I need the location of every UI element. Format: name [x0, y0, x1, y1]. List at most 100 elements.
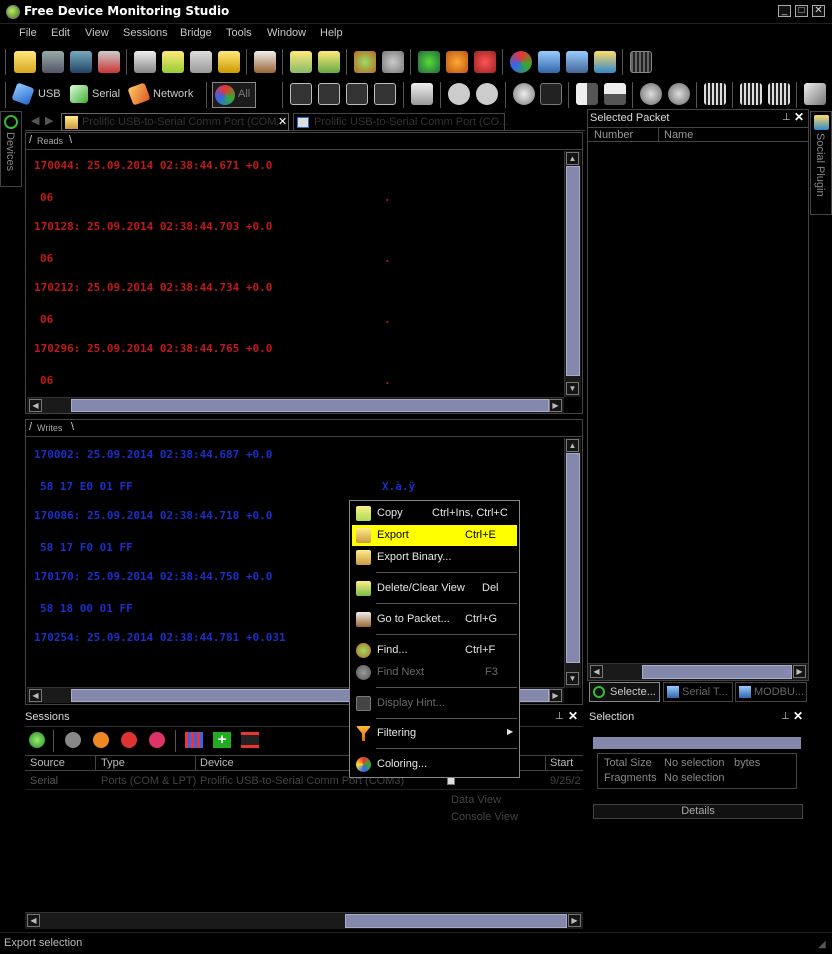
menu-item-export[interactable]: Export Ctrl+E — [352, 525, 517, 546]
window-icon[interactable] — [538, 51, 560, 73]
add-icon[interactable]: + — [213, 732, 231, 748]
column-name[interactable]: Name — [664, 129, 693, 141]
column-device[interactable]: Device — [200, 757, 234, 769]
packets-icon[interactable] — [513, 83, 535, 105]
usb-button[interactable]: USB — [38, 88, 61, 100]
column-number[interactable]: Number — [594, 129, 633, 141]
menu-item-find[interactable]: Find... Ctrl+F — [352, 640, 517, 661]
find-next-icon[interactable] — [382, 51, 404, 73]
wave-icon[interactable] — [540, 83, 562, 105]
layout-2-icon[interactable] — [604, 83, 626, 105]
columns-icon[interactable] — [185, 732, 203, 748]
tab-reads[interactable]: Reads — [37, 136, 63, 146]
close-panel-icon[interactable]: ✕ — [793, 709, 803, 723]
menu-bridge[interactable]: Bridge — [180, 27, 212, 39]
view-mode-3-icon[interactable] — [346, 83, 368, 105]
tab-close-icon[interactable]: ✕ — [278, 115, 287, 128]
scroll-thumb[interactable] — [566, 166, 580, 376]
details-button[interactable]: Details — [593, 804, 803, 819]
network-button[interactable]: Network — [153, 88, 193, 100]
tab-serial[interactable]: Serial T... — [663, 682, 733, 702]
close-panel-icon[interactable]: ✕ — [794, 110, 804, 124]
maximize-icon[interactable]: □ — [795, 5, 808, 17]
remove-icon[interactable] — [241, 732, 259, 748]
menu-tools[interactable]: Tools — [226, 27, 252, 39]
menu-item-delete-clear-view[interactable]: Delete/Clear View Del — [352, 578, 517, 599]
column-start[interactable]: Start — [550, 757, 573, 769]
group-2-icon[interactable] — [668, 83, 690, 105]
menu-edit[interactable]: Edit — [51, 27, 70, 39]
bits-2-icon[interactable] — [740, 83, 762, 105]
view-mode-2-icon[interactable] — [318, 83, 340, 105]
scroll-thumb[interactable] — [566, 453, 580, 663]
copy-icon[interactable] — [162, 51, 184, 73]
back-icon[interactable] — [448, 83, 470, 105]
serial-button[interactable]: Serial — [92, 88, 120, 100]
windows-icon[interactable] — [566, 51, 588, 73]
menu-sessions[interactable]: Sessions — [123, 27, 168, 39]
menu-item-find-next[interactable]: Find Next F3 — [352, 662, 517, 683]
pause-icon[interactable] — [446, 51, 468, 73]
pause-icon[interactable] — [93, 732, 109, 748]
bits-3-icon[interactable] — [768, 83, 790, 105]
cut-icon[interactable] — [134, 51, 156, 73]
devices-dock-tab[interactable]: Devices — [0, 111, 22, 187]
pin-icon[interactable]: ⊥ — [781, 711, 790, 722]
menu-file[interactable]: File — [19, 27, 37, 39]
goto-icon[interactable] — [254, 51, 276, 73]
forward-icon[interactable] — [476, 83, 498, 105]
list-item-data-view[interactable]: Data View — [451, 794, 501, 806]
scroll-thumb[interactable] — [71, 399, 549, 412]
tab-scroll-right-icon[interactable]: ▶ — [45, 114, 53, 127]
layout-1-icon[interactable] — [576, 83, 598, 105]
scroll-right-icon[interactable]: ▶ — [549, 689, 562, 702]
tab-scroll-left-icon[interactable]: ◀ — [31, 114, 39, 127]
scroll-down-icon[interactable]: ▼ — [566, 382, 579, 395]
column-source[interactable]: Source — [30, 757, 65, 769]
group-1-icon[interactable] — [640, 83, 662, 105]
menu-window[interactable]: Window — [267, 27, 306, 39]
refresh-icon[interactable] — [510, 51, 532, 73]
reads-vertical-scrollbar[interactable]: ▲ ▼ — [564, 151, 581, 397]
menu-item-coloring[interactable]: Coloring... — [352, 754, 517, 775]
usb-icon[interactable] — [11, 82, 35, 106]
network-icon[interactable] — [127, 82, 151, 106]
new-session-icon[interactable] — [29, 732, 45, 748]
stop-icon[interactable] — [121, 732, 137, 748]
bookmark-next-icon[interactable] — [318, 51, 340, 73]
scroll-left-icon[interactable]: ◀ — [29, 399, 42, 412]
menu-item-export-binary[interactable]: Export Binary... — [352, 547, 517, 568]
tab-modbus[interactable]: MODBU... — [735, 682, 807, 702]
export-icon[interactable] — [218, 51, 240, 73]
sessions-horizontal-scrollbar[interactable]: ◀ ▶ — [25, 912, 583, 929]
close-icon[interactable]: ✕ — [812, 5, 825, 17]
serial-icon[interactable] — [70, 85, 88, 103]
play-icon[interactable] — [65, 732, 81, 748]
close-file-icon[interactable] — [98, 51, 120, 73]
menu-item-display-hint[interactable]: Display Hint... — [352, 693, 517, 714]
document-tab-1[interactable]: Prolific USB-to-Serial Comm Port (COM...… — [61, 113, 289, 131]
menu-item-copy[interactable]: Copy Ctrl+Ins, Ctrl+C — [352, 503, 517, 524]
reads-horizontal-scrollbar[interactable]: ◀ ▶ — [27, 397, 564, 413]
menu-view[interactable]: View — [85, 27, 109, 39]
bookmark-icon[interactable] — [290, 51, 312, 73]
scroll-thumb[interactable] — [345, 914, 567, 928]
scroll-thumb[interactable] — [642, 665, 792, 679]
document-tab-2[interactable]: Prolific USB-to-Serial Comm Port (CO... — [293, 113, 508, 131]
find-icon[interactable] — [354, 51, 376, 73]
tab-writes[interactable]: Writes — [37, 423, 62, 433]
settings-icon[interactable] — [804, 83, 826, 105]
pin-icon[interactable]: ⊥ — [555, 711, 564, 722]
scroll-right-icon[interactable]: ▶ — [568, 914, 581, 927]
save-icon[interactable] — [42, 51, 64, 73]
scroll-up-icon[interactable]: ▲ — [566, 152, 579, 165]
scroll-right-icon[interactable]: ▶ — [549, 399, 562, 412]
bits-1-icon[interactable] — [704, 83, 726, 105]
delete-session-icon[interactable] — [149, 732, 165, 748]
view-mode-1-icon[interactable] — [290, 83, 312, 105]
users-icon[interactable] — [594, 51, 616, 73]
writes-vertical-scrollbar[interactable]: ▲ ▼ — [564, 438, 581, 688]
column-type[interactable]: Type — [101, 757, 125, 769]
grid-icon[interactable] — [630, 51, 652, 73]
scroll-left-icon[interactable]: ◀ — [590, 665, 603, 678]
